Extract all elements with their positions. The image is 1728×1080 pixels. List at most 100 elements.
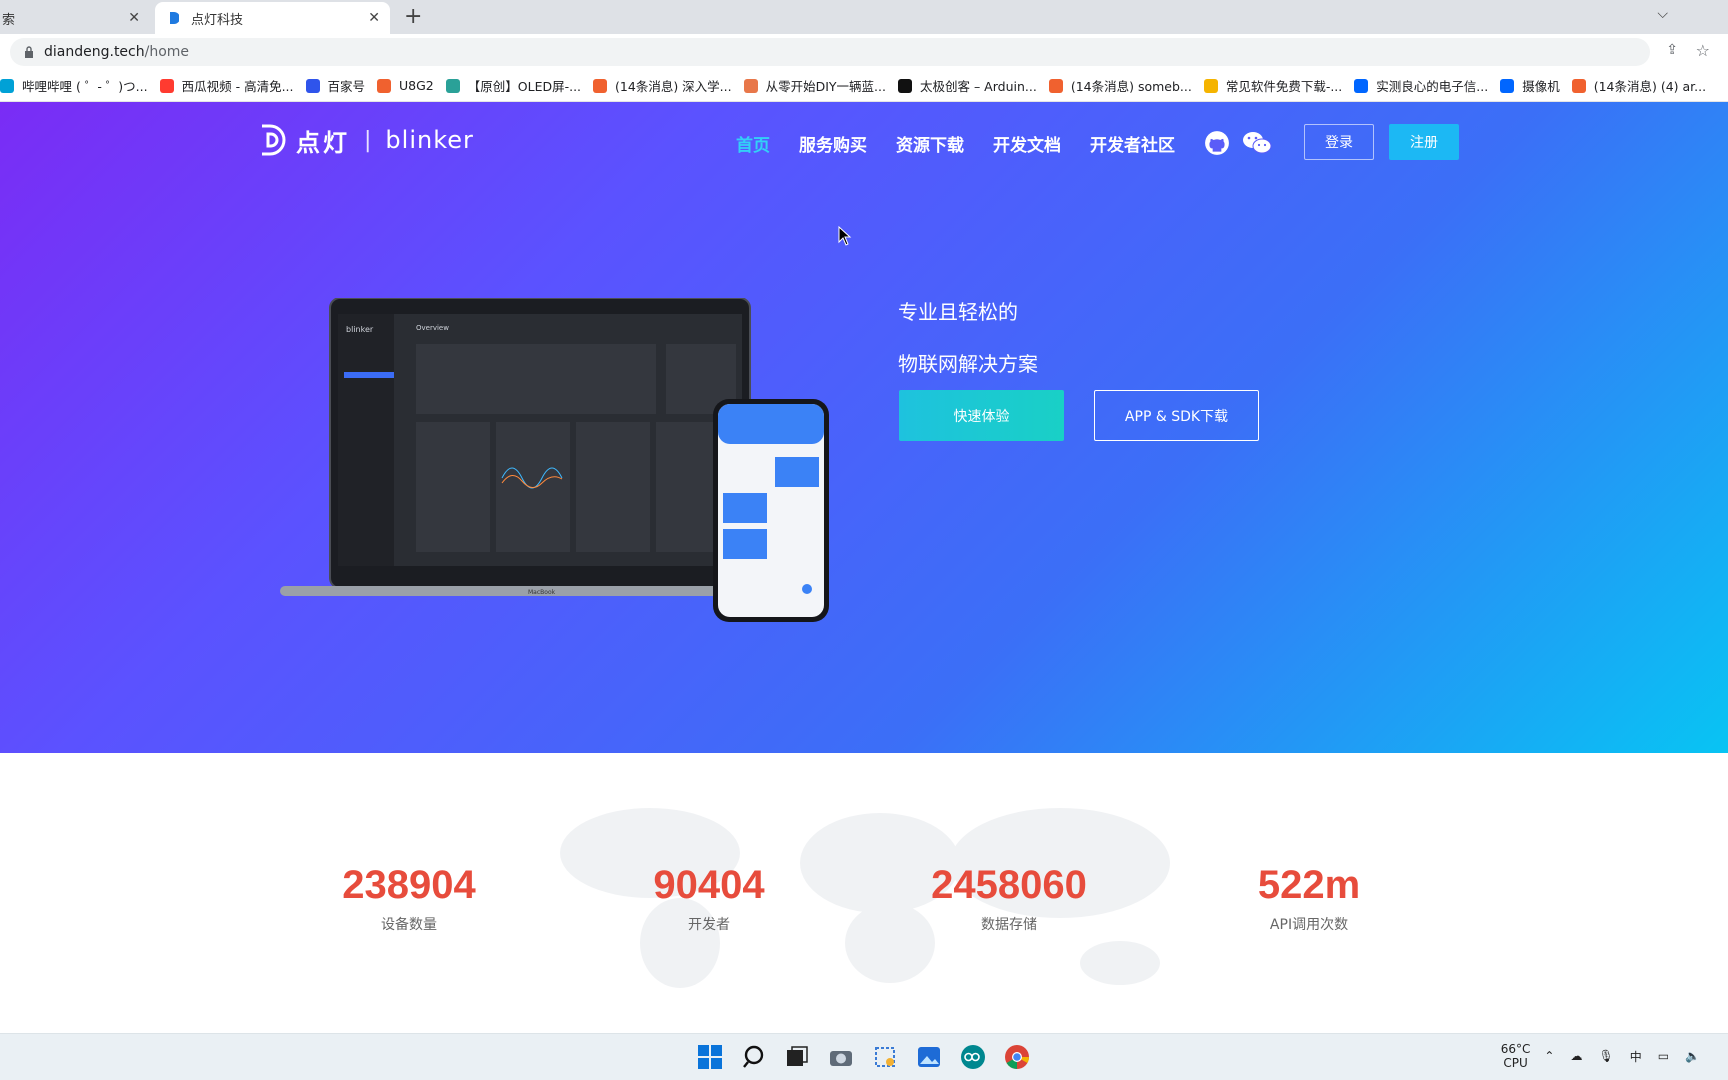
bookmark-label: 从零开始DIY一辆蓝... <box>765 79 886 94</box>
page-icon <box>743 78 758 93</box>
stat-api-calls: 522m API调用次数 <box>1189 863 1429 934</box>
bookmark-item[interactable]: 哔哩哔哩 ( ゜- ゜)つ... <box>0 76 148 95</box>
xigua-icon <box>159 78 174 93</box>
share-icon[interactable]: ⇪ <box>1666 42 1678 58</box>
stat-label: 开发者 <box>688 917 730 933</box>
bookmark-item[interactable]: 摄像机 <box>1500 76 1560 95</box>
hero-slogan-line2: 物联网解决方案 <box>898 352 1038 376</box>
url-field[interactable]: diandeng.tech/home <box>10 38 1650 66</box>
zhihu-icon <box>1354 78 1369 93</box>
snipping-tool-icon[interactable] <box>872 1044 898 1070</box>
nav-home[interactable]: 首页 <box>736 131 770 156</box>
bookmark-item[interactable]: (14条消息) (4) ar... <box>1571 76 1707 95</box>
cpu-temp-label: CPU <box>1503 1056 1528 1070</box>
stat-developers: 90404 开发者 <box>589 863 829 934</box>
network-icon[interactable]: ▭ <box>1658 1049 1669 1063</box>
bookmark-item[interactable]: (14条消息) 深入学... <box>593 76 732 95</box>
site-logo[interactable]: 点灯 | blinker <box>258 122 474 158</box>
ime-indicator[interactable]: 中 <box>1630 1048 1642 1065</box>
volume-icon[interactable]: 🔈 <box>1685 1049 1700 1063</box>
browser-tab-bar: 索 ✕ 点灯科技 ✕ + ⌵ <box>0 0 1728 34</box>
stat-label: 设备数量 <box>381 917 437 933</box>
cpu-temperature: 66°C CPU <box>1501 1042 1531 1070</box>
url-host: diandeng.tech <box>44 44 145 60</box>
bookmark-label: (14条消息) 深入学... <box>615 79 732 94</box>
logo-separator: | <box>364 127 372 153</box>
bookmark-label: 【原创】OLED屏-... <box>467 79 582 94</box>
bookmark-label: 太极创客 – Arduin... <box>919 79 1037 94</box>
browser-tab-active[interactable]: 点灯科技 ✕ <box>155 2 390 34</box>
bookmark-label: 常见软件免费下载-... <box>1225 79 1343 94</box>
camera-app-icon[interactable] <box>828 1044 854 1070</box>
baijiahao-icon <box>305 78 320 93</box>
bookmark-label: U8G2 <box>399 78 434 93</box>
onedrive-icon[interactable]: ☁ <box>1570 1049 1582 1063</box>
register-button[interactable]: 注册 <box>1389 124 1459 160</box>
app-sdk-download-button[interactable]: APP & SDK下载 <box>1094 390 1259 441</box>
tab-title: 点灯科技 <box>191 12 244 28</box>
login-button[interactable]: 登录 <box>1304 124 1374 160</box>
bookmark-item[interactable]: 从零开始DIY一辆蓝... <box>743 76 886 95</box>
address-bar: diandeng.tech/home ⇪ ☆ <box>0 34 1728 70</box>
tab-search-chevron-icon[interactable]: ⌵ <box>1657 6 1668 22</box>
nav-dev-community[interactable]: 开发者社区 <box>1090 131 1175 156</box>
bookmark-label: 西瓜视频 - 高清免... <box>181 79 294 94</box>
bookmark-star-icon[interactable]: ☆ <box>1696 41 1710 60</box>
nav-dev-docs[interactable]: 开发文档 <box>993 131 1061 156</box>
bookmark-item[interactable]: (14条消息) someb... <box>1048 76 1192 95</box>
taiji-icon <box>897 78 912 93</box>
browser-tab[interactable]: 索 ✕ <box>0 2 150 34</box>
quick-start-button[interactable]: 快速体验 <box>899 390 1064 441</box>
lock-icon <box>25 46 33 58</box>
close-tab-icon[interactable]: ✕ <box>128 10 140 26</box>
wechat-icon[interactable] <box>1242 130 1272 156</box>
mouse-cursor-icon <box>838 226 852 246</box>
hero-slogan-line1: 专业且轻松的 <box>898 300 1018 324</box>
csdn-icon <box>1571 78 1586 93</box>
bookmark-label: 哔哩哔哩 ( ゜- ゜)つ... <box>22 79 148 94</box>
stat-label: 数据存储 <box>981 917 1037 933</box>
bookmark-label: (14条消息) someb... <box>1070 79 1192 94</box>
csdn-icon <box>377 78 392 93</box>
bookmark-item[interactable]: 太极创客 – Arduin... <box>897 76 1037 95</box>
nav-resource-download[interactable]: 资源下载 <box>896 131 964 156</box>
tab-title: 索 <box>2 12 16 28</box>
laptop-screen-title: Overview <box>416 324 449 332</box>
system-tray: 66°C CPU ⌃ ☁ 🎙 中 ▭ 🔈 <box>1501 1042 1716 1070</box>
github-icon[interactable] <box>1204 130 1230 156</box>
stat-label: API调用次数 <box>1269 917 1349 933</box>
url-path: /home <box>144 44 190 60</box>
bookmark-item[interactable]: 常见软件免费下载-... <box>1203 76 1343 95</box>
bookmark-item[interactable]: 【原创】OLED屏-... <box>445 76 582 95</box>
chevron-up-icon[interactable]: ⌃ <box>1544 1049 1554 1063</box>
stat-value: 522m <box>1257 863 1361 907</box>
task-view-icon[interactable] <box>784 1044 810 1070</box>
bookmark-item[interactable]: 实测良心的电子信... <box>1354 76 1488 95</box>
diandeng-logo-icon <box>262 124 286 156</box>
windows-start-icon[interactable] <box>697 1044 723 1070</box>
link-icon <box>445 78 460 93</box>
stat-data-storage: 2458060 数据存储 <box>889 863 1129 934</box>
chrome-icon[interactable] <box>1004 1044 1030 1070</box>
hero-section: 点灯 | blinker 首页 服务购买 资源下载 开发文档 开发者社区 登录 … <box>0 102 1728 753</box>
bookmark-item[interactable]: 西瓜视频 - 高清免... <box>159 76 294 95</box>
search-icon[interactable] <box>742 1044 768 1070</box>
stat-value: 90404 <box>653 863 765 907</box>
bookmark-label: (14条消息) (4) ar... <box>1593 79 1707 94</box>
arduino-ide-icon[interactable] <box>960 1044 986 1070</box>
stat-device-count: 238904 设备数量 <box>289 863 529 934</box>
zhihu-icon <box>1500 78 1515 93</box>
bookmark-label: 摄像机 <box>1522 79 1560 94</box>
bilibili-icon <box>0 78 14 93</box>
csdn-icon <box>593 78 608 93</box>
new-tab-button[interactable]: + <box>404 4 422 29</box>
bookmark-item[interactable]: U8G2 <box>377 78 434 93</box>
photos-app-icon[interactable] <box>916 1044 942 1070</box>
nav-service-purchase[interactable]: 服务购买 <box>799 131 867 156</box>
main-nav: 首页 服务购买 资源下载 开发文档 开发者社区 <box>736 130 1284 156</box>
close-tab-icon[interactable]: ✕ <box>368 10 380 26</box>
phone-mockup <box>713 399 829 622</box>
microphone-icon[interactable]: 🎙 <box>1598 1049 1613 1063</box>
stat-value: 2458060 <box>931 863 1087 907</box>
bookmark-item[interactable]: 百家号 <box>305 76 365 95</box>
